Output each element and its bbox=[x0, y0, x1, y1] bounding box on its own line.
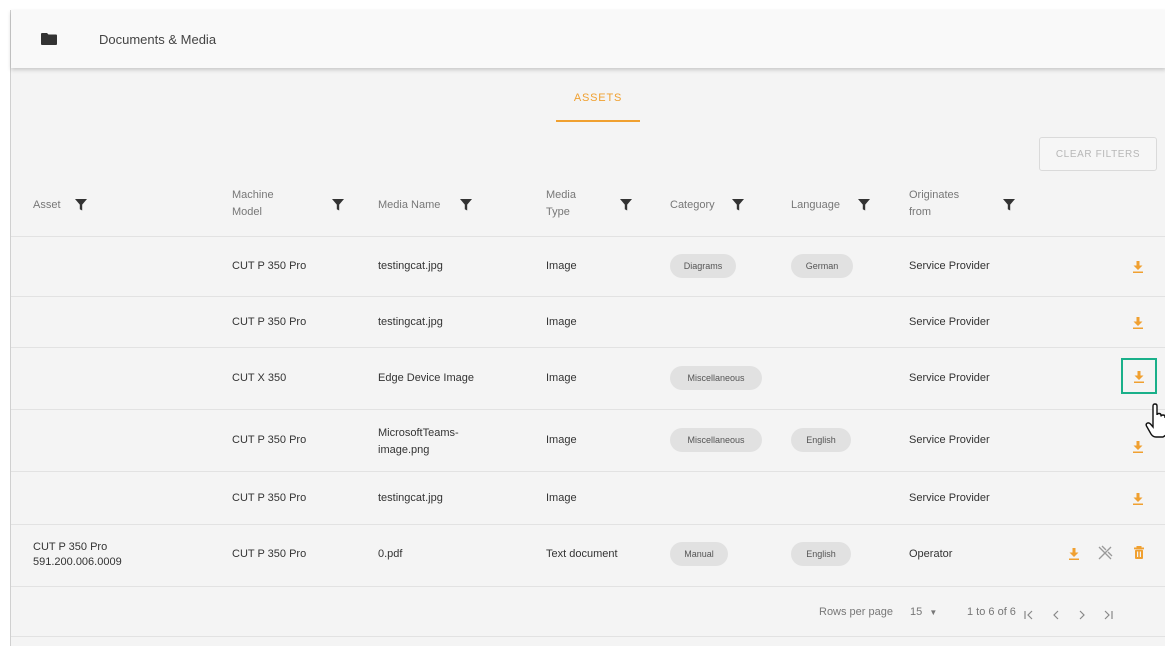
column-label: Language bbox=[791, 199, 840, 211]
unlink-icon[interactable] bbox=[1097, 545, 1113, 566]
folder-icon bbox=[41, 32, 57, 50]
row-divider bbox=[11, 236, 1165, 237]
cell-originates-from: Service Provider bbox=[909, 260, 990, 272]
column-label: Asset bbox=[33, 199, 61, 211]
cell-media-type: Image bbox=[546, 372, 577, 384]
row-divider bbox=[11, 586, 1165, 587]
cell-media-type: Image bbox=[546, 434, 577, 446]
filter-icon[interactable] bbox=[1003, 199, 1015, 211]
last-page-icon[interactable] bbox=[1103, 607, 1113, 625]
column-label-line: Originates bbox=[909, 189, 960, 201]
cell-machine-model: CUT P 350 Pro bbox=[232, 316, 307, 328]
focus-highlight bbox=[1121, 358, 1157, 394]
language-chip: German bbox=[791, 254, 853, 278]
rows-per-page-label: Rows per page bbox=[819, 606, 893, 618]
cell-media-name: MicrosoftTeams- image.png bbox=[378, 425, 459, 459]
next-page-icon[interactable] bbox=[1077, 607, 1087, 625]
delete-icon[interactable] bbox=[1134, 546, 1144, 564]
cell-originates-from: Service Provider bbox=[909, 372, 990, 384]
column-label-line: Media bbox=[546, 189, 576, 201]
language-chip: English bbox=[791, 428, 851, 452]
category-chip: Diagrams bbox=[670, 254, 736, 278]
first-page-icon[interactable] bbox=[1024, 607, 1034, 625]
row-divider bbox=[11, 524, 1165, 525]
mouse-pointer-icon bbox=[1145, 403, 1165, 444]
filter-icon[interactable] bbox=[75, 199, 87, 211]
cell-media-name: 0.pdf bbox=[378, 548, 403, 560]
tab-assets-label: ASSETS bbox=[573, 92, 623, 104]
row-divider bbox=[11, 471, 1165, 472]
rows-per-page-select[interactable]: 15 ▼ bbox=[910, 606, 937, 618]
filter-icon[interactable] bbox=[732, 199, 744, 211]
column-label: Media Name bbox=[378, 199, 441, 211]
cell-originates-from: Operator bbox=[909, 548, 953, 560]
dropdown-arrow-icon: ▼ bbox=[929, 608, 938, 617]
column-header-media-name: Media Name bbox=[378, 197, 472, 214]
row-divider bbox=[11, 636, 1165, 637]
clear-filters-button[interactable]: CLEAR FILTERS bbox=[1039, 137, 1157, 171]
row-divider bbox=[11, 347, 1165, 348]
asset-serial: 591.200.006.0009 bbox=[33, 556, 122, 568]
column-label-line: Machine bbox=[232, 189, 274, 201]
cell-originates-from: Service Provider bbox=[909, 434, 990, 446]
cell-originates-from: Service Provider bbox=[909, 316, 990, 328]
media-name-line: image.png bbox=[378, 444, 430, 456]
download-icon[interactable] bbox=[1133, 440, 1143, 458]
cell-media-name: Edge Device Image bbox=[378, 372, 474, 384]
pagination-range: 1 to 6 of 6 bbox=[967, 606, 1016, 618]
page-title: Documents & Media bbox=[99, 32, 217, 47]
cell-machine-model: CUT P 350 Pro bbox=[232, 548, 307, 560]
column-header-machine-model: Machine Model bbox=[232, 187, 344, 221]
cell-machine-model: CUT P 350 Pro bbox=[232, 260, 307, 272]
row-divider bbox=[11, 409, 1165, 410]
filter-icon[interactable] bbox=[332, 199, 344, 211]
panel-header: Documents & Media bbox=[11, 10, 1165, 68]
tab-active-indicator bbox=[556, 120, 640, 122]
column-label-line: from bbox=[909, 206, 931, 218]
tab-assets[interactable]: ASSETS bbox=[556, 92, 640, 122]
cell-media-name: testingcat.jpg bbox=[378, 260, 443, 272]
row-divider bbox=[11, 296, 1165, 297]
cell-media-type: Image bbox=[546, 260, 577, 272]
cell-media-type: Image bbox=[546, 316, 577, 328]
column-label: Category bbox=[670, 199, 715, 211]
cell-machine-model: CUT P 350 Pro bbox=[232, 434, 307, 446]
category-chip: Manual bbox=[670, 542, 728, 566]
language-chip: English bbox=[791, 542, 851, 566]
download-icon[interactable] bbox=[1133, 316, 1143, 334]
download-icon[interactable] bbox=[1133, 492, 1143, 510]
column-label-line: Model bbox=[232, 206, 262, 218]
documents-media-panel: Documents & Media ASSETS CLEAR FILTERS A… bbox=[10, 10, 1165, 646]
cell-machine-model: CUT X 350 bbox=[232, 372, 287, 384]
column-header-media-type: Media Type bbox=[546, 187, 632, 221]
asset-name: CUT P 350 Pro bbox=[33, 541, 108, 553]
category-chip: Miscellaneous bbox=[670, 428, 762, 452]
filter-icon[interactable] bbox=[460, 199, 472, 211]
column-header-originates-from: Originates from bbox=[909, 187, 1015, 221]
filter-icon[interactable] bbox=[858, 199, 870, 211]
column-header-category: Category bbox=[670, 197, 744, 214]
cell-originates-from: Service Provider bbox=[909, 492, 990, 504]
category-chip: Miscellaneous bbox=[670, 366, 762, 390]
download-icon[interactable] bbox=[1133, 260, 1143, 278]
cell-media-type: Image bbox=[546, 492, 577, 504]
download-icon[interactable] bbox=[1069, 547, 1079, 565]
cell-media-name: testingcat.jpg bbox=[378, 316, 443, 328]
column-label-line: Type bbox=[546, 206, 570, 218]
column-header-asset: Asset bbox=[33, 197, 87, 214]
previous-page-icon[interactable] bbox=[1051, 607, 1061, 625]
cell-media-name: testingcat.jpg bbox=[378, 492, 443, 504]
cell-asset: CUT P 350 Pro 591.200.006.0009 bbox=[33, 540, 122, 570]
cell-machine-model: CUT P 350 Pro bbox=[232, 492, 307, 504]
filter-icon[interactable] bbox=[620, 199, 632, 211]
media-name-line: MicrosoftTeams- bbox=[378, 427, 459, 439]
rows-per-page-value: 15 bbox=[910, 606, 923, 618]
column-header-language: Language bbox=[791, 197, 870, 214]
cell-media-type: Text document bbox=[546, 548, 618, 560]
